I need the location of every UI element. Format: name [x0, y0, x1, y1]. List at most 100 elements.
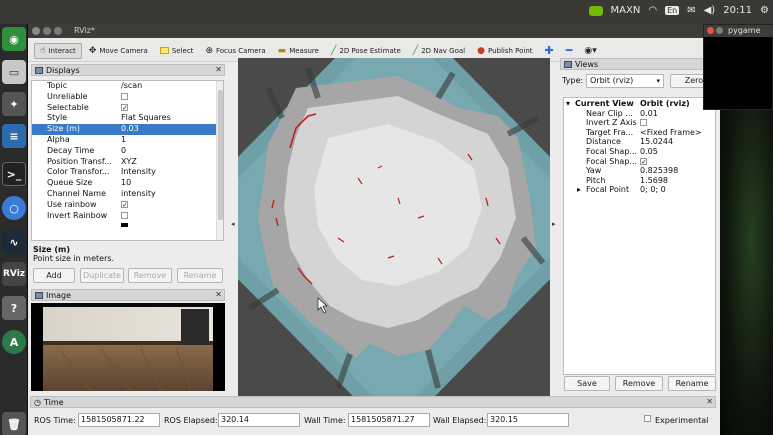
- settings-gear-icon[interactable]: ⚙: [760, 5, 769, 16]
- unreliable-checkbox[interactable]: [121, 92, 128, 103]
- wall-elapsed-field[interactable]: 320.15: [487, 413, 569, 427]
- view-property-row-near-clip[interactable]: Near Clip ... 0.01: [564, 109, 714, 119]
- view-property-row-invert-z[interactable]: Invert Z Axis: [564, 118, 714, 128]
- view-property-row-focal-point[interactable]: ▸ Focal Point 0; 0; 0: [564, 185, 714, 195]
- use-rainbow-checkbox[interactable]: ✓: [121, 200, 128, 211]
- property-row-selectable[interactable]: Selectable ✓: [32, 103, 217, 114]
- minimize-window-button[interactable]: [716, 27, 723, 34]
- 3d-render-view[interactable]: [238, 58, 550, 416]
- close-panel-icon[interactable]: ✕: [215, 290, 222, 299]
- window-titlebar[interactable]: RViz*: [28, 24, 720, 38]
- displays-scrollbar[interactable]: [216, 81, 223, 240]
- image-panel-header[interactable]: Image ✕: [31, 289, 225, 301]
- property-row-size[interactable]: Size (m) 0.03: [32, 124, 217, 135]
- ubuntu-search-icon[interactable]: ◉: [2, 27, 26, 51]
- checkbox-box[interactable]: [640, 119, 647, 127]
- view-property-value[interactable]: 1.5698: [640, 176, 668, 186]
- rename-display-button[interactable]: Rename: [177, 268, 223, 283]
- view-property-value[interactable]: 15.0244: [640, 137, 673, 147]
- clock[interactable]: 20:11: [723, 5, 752, 16]
- volume-icon[interactable]: ◀): [704, 5, 716, 16]
- select-tool-button[interactable]: Select: [155, 43, 199, 59]
- occupancy-map-render[interactable]: [238, 58, 550, 416]
- property-value[interactable]: 10: [121, 178, 131, 189]
- view-property-row-pitch[interactable]: Pitch 1.5698: [564, 176, 714, 186]
- views-property-tree[interactable]: ▾ Current View Orbit (rviz) Near Clip ..…: [563, 97, 716, 375]
- expand-arrow-icon[interactable]: ▸: [577, 185, 581, 195]
- focus-camera-tool-button[interactable]: ⊕ Focus Camera: [200, 43, 270, 59]
- property-value[interactable]: intensity: [121, 189, 156, 200]
- property-row-queue-size[interactable]: Queue Size 10: [32, 178, 217, 189]
- checkbox-box[interactable]: [121, 92, 128, 100]
- view-property-value[interactable]: 0.825398: [640, 166, 678, 176]
- power-mode-label[interactable]: MAXN: [611, 5, 641, 16]
- unknown-app-icon[interactable]: ?: [2, 296, 26, 320]
- tool-properties-button[interactable]: ◉▾: [579, 43, 601, 59]
- property-row-use-rainbow[interactable]: Use rainbow ✓: [32, 200, 217, 211]
- remove-view-button[interactable]: Remove: [615, 376, 663, 391]
- property-value[interactable]: XYZ: [121, 157, 137, 168]
- pygame-window[interactable]: pygame: [703, 24, 773, 110]
- close-panel-icon[interactable]: ✕: [706, 397, 713, 406]
- ros-time-field[interactable]: 1581505871.22: [78, 413, 160, 427]
- view-property-value[interactable]: 0.05: [640, 147, 658, 157]
- property-row-style[interactable]: Style Flat Squares: [32, 113, 217, 124]
- left-splitter-arrow[interactable]: ◂: [231, 220, 235, 228]
- move-camera-tool-button[interactable]: ✥ Move Camera: [84, 43, 153, 59]
- selectable-checkbox[interactable]: ✓: [121, 103, 128, 114]
- property-value[interactable]: /scan: [121, 81, 142, 92]
- property-row-color-transformer[interactable]: Color Transfor... Intensity: [32, 167, 217, 178]
- property-row-position-transformer[interactable]: Position Transf... XYZ: [32, 157, 217, 168]
- terminal-icon[interactable]: >_: [2, 162, 26, 186]
- remove-tool-button[interactable]: ━: [561, 43, 578, 59]
- add-tool-button[interactable]: ✚: [540, 43, 559, 59]
- minimize-window-button[interactable]: [43, 27, 51, 35]
- property-row-decay-time[interactable]: Decay Time 0: [32, 146, 217, 157]
- pygame-titlebar[interactable]: pygame: [704, 25, 773, 37]
- property-row-unreliable[interactable]: Unreliable: [32, 92, 217, 103]
- view-property-row-target-frame[interactable]: Target Fra... <Fixed Frame>: [564, 128, 714, 138]
- system-monitor-icon[interactable]: ∿: [2, 230, 26, 254]
- wifi-icon[interactable]: ◠: [648, 5, 657, 16]
- text-editor-icon[interactable]: ≡: [2, 124, 26, 148]
- system-settings-icon[interactable]: ✦: [2, 92, 26, 116]
- invert-rainbow-checkbox[interactable]: [121, 211, 128, 222]
- checkbox-box[interactable]: [121, 211, 128, 219]
- mail-icon[interactable]: ✉: [687, 5, 695, 16]
- remove-display-button[interactable]: Remove: [128, 268, 172, 283]
- property-value[interactable]: 1: [121, 135, 126, 146]
- view-property-row-distance[interactable]: Distance 15.0244: [564, 137, 714, 147]
- property-value[interactable]: Intensity: [121, 167, 156, 178]
- measure-tool-button[interactable]: ▬ Measure: [273, 43, 324, 59]
- trash-icon[interactable]: 🗑: [2, 412, 26, 435]
- current-view-row[interactable]: ▾ Current View Orbit (rviz): [564, 99, 714, 109]
- view-property-value[interactable]: 0; 0; 0: [640, 185, 666, 195]
- time-panel-header[interactable]: ◷ Time ✕: [30, 396, 716, 408]
- rviz-launcher-icon[interactable]: RViz: [2, 262, 26, 286]
- checkbox-box[interactable]: ✓: [640, 157, 647, 165]
- expand-arrow-icon[interactable]: ▾: [566, 99, 570, 109]
- interact-tool-button[interactable]: ☝ Interact: [34, 42, 82, 59]
- files-icon[interactable]: ▭: [2, 60, 26, 84]
- displays-panel-header[interactable]: Displays ✕: [31, 64, 225, 76]
- property-row-alpha[interactable]: Alpha 1: [32, 135, 217, 146]
- nvidia-icon[interactable]: [588, 5, 603, 16]
- maximize-window-button[interactable]: [54, 27, 62, 35]
- invert-z-checkbox[interactable]: [640, 118, 647, 128]
- property-row-topic[interactable]: Topic/scan: [32, 81, 217, 92]
- property-value[interactable]: Flat Squares: [121, 113, 171, 124]
- property-value[interactable]: 0.03: [121, 124, 139, 135]
- nav-goal-tool-button[interactable]: ╱ 2D Nav Goal: [408, 43, 470, 59]
- add-display-button[interactable]: Add: [33, 268, 75, 283]
- checkbox-box[interactable]: ✓: [121, 200, 128, 208]
- view-property-row-yaw[interactable]: Yaw 0.825398: [564, 166, 714, 176]
- view-property-value[interactable]: 0.01: [640, 109, 658, 119]
- property-row-channel-name[interactable]: Channel Name intensity: [32, 189, 217, 200]
- view-property-row-focal-shape-size[interactable]: Focal Shap... 0.05: [564, 147, 714, 157]
- keyboard-layout-indicator[interactable]: En: [665, 6, 680, 15]
- software-updater-icon[interactable]: A: [2, 330, 26, 354]
- rename-view-button[interactable]: Rename: [668, 376, 716, 391]
- focal-shape-checkbox[interactable]: ✓: [640, 157, 647, 167]
- right-splitter-arrow[interactable]: ▸: [552, 220, 556, 228]
- duplicate-display-button[interactable]: Duplicate: [80, 268, 124, 283]
